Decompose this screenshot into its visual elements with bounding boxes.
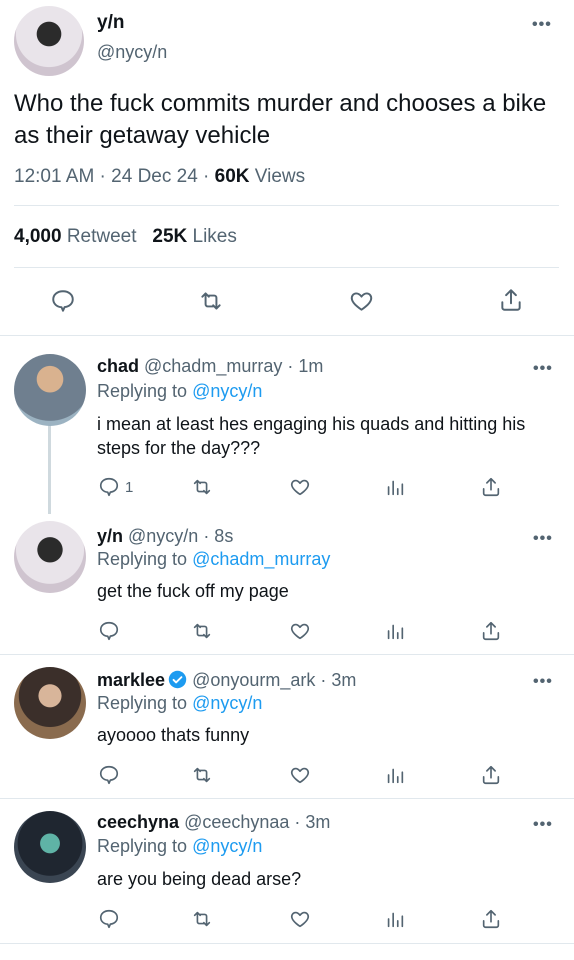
views-count: 60K	[214, 166, 250, 187]
reply-header: ceechyna @ceechynaa · 3m	[97, 812, 330, 833]
like-icon[interactable]	[288, 908, 312, 930]
tweet-stats: 4,000 Retweet 25K Likes	[14, 226, 237, 248]
author-handle[interactable]: @ceechynaa	[179, 812, 289, 832]
more-options-icon[interactable]: •••	[533, 360, 553, 378]
reply-tweet[interactable]: marklee @onyourm_ark · 3m ••• Replying t…	[0, 655, 574, 798]
tweet-timestamp[interactable]: 12:01 AM · 24 Dec 24 ·	[14, 166, 215, 187]
retweets-label: Retweet	[61, 226, 137, 247]
replying-to: Replying to @nycy/n	[97, 836, 262, 857]
likes-stat[interactable]: 25K Likes	[152, 226, 237, 247]
avatar[interactable]	[14, 354, 86, 426]
author-name[interactable]: ceechyna	[97, 812, 179, 832]
reply-time: · 3m	[315, 670, 357, 690]
reply-icon[interactable]	[98, 620, 120, 642]
author-handle[interactable]: @nycy/n	[123, 526, 198, 546]
replying-label: Replying to	[97, 549, 193, 569]
reply-icon[interactable]	[50, 288, 76, 314]
share-icon[interactable]	[480, 907, 502, 931]
retweet-icon[interactable]	[190, 476, 214, 498]
replying-to-link[interactable]: @nycy/n	[192, 693, 262, 713]
reply-time: · 1m	[282, 356, 324, 376]
analytics-icon[interactable]	[384, 620, 406, 642]
replying-label: Replying to	[97, 693, 193, 713]
more-options-icon[interactable]: •••	[533, 530, 553, 548]
author-name[interactable]: chad	[97, 356, 139, 376]
retweet-icon[interactable]	[190, 764, 214, 786]
share-icon[interactable]	[480, 475, 502, 499]
reply-icon[interactable]	[98, 764, 120, 786]
author-handle[interactable]: @chadm_murray	[139, 356, 282, 376]
reply-text: ayoooo thats funny	[97, 725, 250, 745]
reply-icon[interactable]	[98, 908, 120, 930]
like-icon[interactable]	[288, 620, 312, 642]
more-options-icon[interactable]: •••	[532, 16, 552, 34]
share-icon[interactable]	[480, 619, 502, 643]
replying-label: Replying to	[97, 381, 193, 401]
reply-time: · 8s	[198, 526, 234, 546]
divider	[14, 205, 559, 206]
reply-text: are you being dead arse?	[97, 869, 302, 889]
reply-tweet[interactable]: chad @chadm_murray · 1m ••• Replying to …	[0, 336, 574, 514]
retweet-icon[interactable]	[190, 908, 214, 930]
replying-to: Replying to @nycy/n	[97, 693, 262, 714]
share-icon[interactable]	[498, 286, 524, 314]
more-options-icon[interactable]: •••	[533, 816, 553, 834]
reply-icon[interactable]	[98, 476, 120, 498]
analytics-icon[interactable]	[384, 908, 406, 930]
avatar[interactable]	[14, 521, 86, 593]
author-handle[interactable]: @onyourm_ark	[187, 670, 315, 690]
author-name[interactable]: y/n	[97, 526, 123, 546]
views-label: Views	[249, 166, 306, 187]
more-options-icon[interactable]: •••	[533, 673, 553, 691]
likes-label: Likes	[187, 226, 237, 247]
replying-to-link[interactable]: @nycy/n	[192, 381, 262, 401]
like-icon[interactable]	[288, 476, 312, 498]
analytics-icon[interactable]	[384, 476, 406, 498]
replying-to-link[interactable]: @nycy/n	[192, 836, 262, 856]
reply-count: 1	[125, 479, 134, 496]
reply-text: get the fuck off my page	[97, 581, 289, 601]
thread-line	[48, 424, 51, 514]
replying-to: Replying to @nycy/n	[97, 381, 262, 402]
main-tweet: y/n @nycy/n ••• Who the fuck commits mur…	[0, 0, 574, 336]
avatar[interactable]	[14, 667, 86, 739]
replying-to-link[interactable]: @chadm_murray	[192, 549, 330, 569]
reply-text: i mean at least hes engaging his quads a…	[97, 414, 526, 458]
author-name[interactable]: marklee	[97, 670, 165, 690]
avatar[interactable]	[14, 811, 86, 883]
reply-header: marklee @onyourm_ark · 3m	[97, 670, 356, 691]
author-handle[interactable]: @nycy/n	[97, 42, 167, 63]
retweet-icon[interactable]	[190, 620, 214, 642]
like-icon[interactable]	[348, 288, 375, 314]
divider	[0, 943, 574, 944]
retweets-count: 4,000	[14, 226, 62, 247]
tweet-meta: 12:01 AM · 24 Dec 24 · 60K Views	[14, 166, 305, 188]
retweet-icon[interactable]	[197, 288, 225, 314]
reply-tweet[interactable]: y/n @nycy/n · 8s ••• Replying to @chadm_…	[0, 506, 574, 654]
tweet-text: Who the fuck commits murder and chooses …	[14, 90, 547, 149]
divider	[14, 267, 559, 268]
replying-to: Replying to @chadm_murray	[97, 549, 330, 570]
reply-tweet[interactable]: ceechyna @ceechynaa · 3m ••• Replying to…	[0, 799, 574, 943]
likes-count: 25K	[152, 226, 188, 247]
verified-icon	[168, 670, 187, 689]
reply-time: · 3m	[289, 812, 331, 832]
analytics-icon[interactable]	[384, 764, 406, 786]
reply-header: chad @chadm_murray · 1m	[97, 356, 323, 377]
avatar[interactable]	[14, 6, 84, 76]
retweets-stat[interactable]: 4,000 Retweet	[14, 226, 137, 247]
author-name[interactable]: y/n	[97, 12, 124, 34]
replying-label: Replying to	[97, 836, 193, 856]
like-icon[interactable]	[288, 764, 312, 786]
reply-header: y/n @nycy/n · 8s	[97, 526, 233, 547]
share-icon[interactable]	[480, 763, 502, 787]
